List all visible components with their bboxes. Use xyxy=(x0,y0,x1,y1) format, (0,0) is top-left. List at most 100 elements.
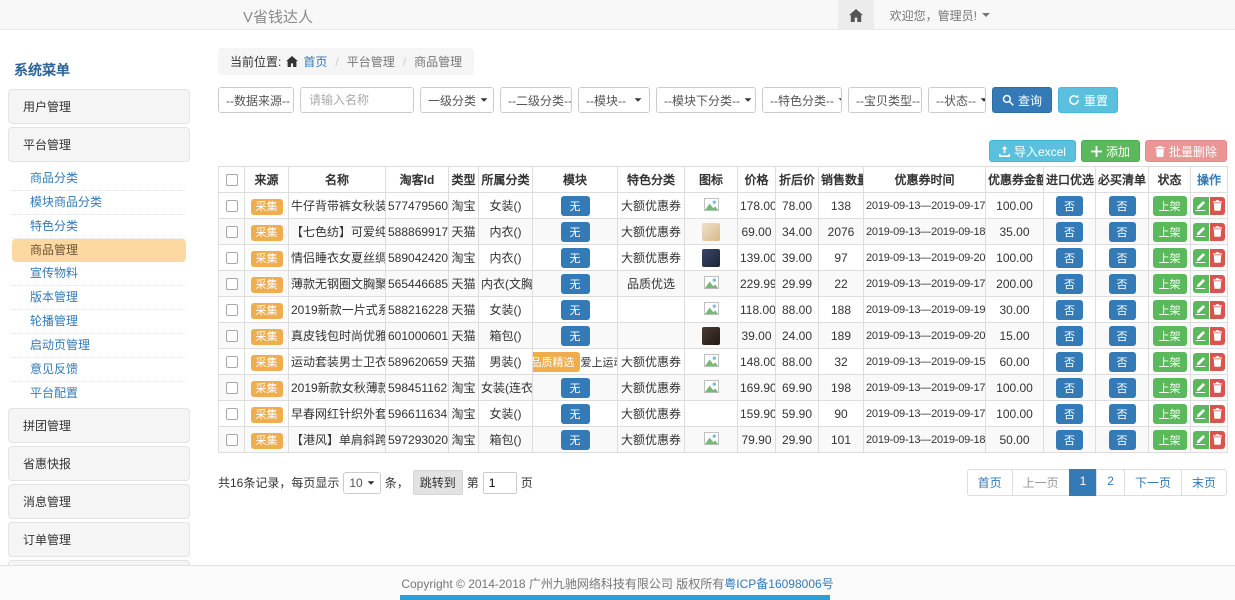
status-button[interactable]: 上架 xyxy=(1153,378,1187,398)
status-button[interactable]: 上架 xyxy=(1153,430,1187,450)
level1-category-select[interactable]: 一级分类 xyxy=(420,87,494,113)
import-select-toggle[interactable]: 否 xyxy=(1056,404,1083,424)
page-button-上一页[interactable]: 上一页 xyxy=(1012,469,1070,496)
sidebar-item-3[interactable]: 模块商品分类 xyxy=(12,191,186,215)
must-buy-toggle[interactable]: 否 xyxy=(1109,404,1136,424)
import-select-toggle[interactable]: 否 xyxy=(1056,222,1083,242)
row-checkbox[interactable] xyxy=(226,252,238,264)
sidebar-item-8[interactable]: 轮播管理 xyxy=(12,310,186,334)
import-select-toggle[interactable]: 否 xyxy=(1056,326,1083,346)
module-select[interactable]: --模块-- xyxy=(578,87,650,113)
status-button[interactable]: 上架 xyxy=(1153,222,1187,242)
user-menu[interactable]: 欢迎您，管理员! xyxy=(890,7,990,24)
sidebar-item-9[interactable]: 启动页管理 xyxy=(12,334,186,358)
sidebar-group-14[interactable]: 消息管理 xyxy=(8,484,190,519)
search-button[interactable]: 查询 xyxy=(992,87,1052,113)
edit-button[interactable] xyxy=(1193,249,1209,267)
status-button[interactable]: 上架 xyxy=(1153,196,1187,216)
sidebar-item-2[interactable]: 商品分类 xyxy=(12,167,186,191)
must-buy-toggle[interactable]: 否 xyxy=(1109,430,1136,450)
import-select-toggle[interactable]: 否 xyxy=(1056,274,1083,294)
row-checkbox[interactable] xyxy=(226,434,238,446)
must-buy-toggle[interactable]: 否 xyxy=(1109,300,1136,320)
row-checkbox[interactable] xyxy=(226,304,238,316)
jump-page-input[interactable] xyxy=(483,472,517,494)
row-checkbox[interactable] xyxy=(226,330,238,342)
import-select-toggle[interactable]: 否 xyxy=(1056,300,1083,320)
sidebar-group-15[interactable]: 订单管理 xyxy=(8,522,190,557)
row-checkbox[interactable] xyxy=(226,356,238,368)
delete-button[interactable] xyxy=(1210,223,1226,241)
edit-button[interactable] xyxy=(1193,379,1209,397)
edit-button[interactable] xyxy=(1193,431,1209,449)
delete-button[interactable] xyxy=(1210,301,1226,319)
home-button[interactable] xyxy=(838,0,874,30)
page-button-下一页[interactable]: 下一页 xyxy=(1124,469,1182,496)
sidebar-group-13[interactable]: 省惠快报 xyxy=(8,446,190,481)
delete-button[interactable] xyxy=(1210,327,1226,345)
status-button[interactable]: 上架 xyxy=(1153,404,1187,424)
delete-button[interactable] xyxy=(1210,197,1226,215)
row-checkbox[interactable] xyxy=(226,200,238,212)
row-checkbox[interactable] xyxy=(226,408,238,420)
import-select-toggle[interactable]: 否 xyxy=(1056,352,1083,372)
data-source-select[interactable]: --数据来源-- xyxy=(218,87,294,113)
batch-delete-button[interactable]: 批量删除 xyxy=(1145,140,1227,162)
import-select-toggle[interactable]: 否 xyxy=(1056,196,1083,216)
delete-button[interactable] xyxy=(1210,405,1226,423)
add-button[interactable]: 添加 xyxy=(1081,140,1140,162)
sidebar-group-1[interactable]: 平台管理 xyxy=(8,127,190,162)
page-size-select[interactable]: 10 xyxy=(343,472,380,494)
page-button-末页[interactable]: 末页 xyxy=(1181,469,1227,496)
sidebar-item-10[interactable]: 意见反馈 xyxy=(12,358,186,382)
must-buy-toggle[interactable]: 否 xyxy=(1109,352,1136,372)
jump-button[interactable]: 跳转到 xyxy=(413,470,463,495)
must-buy-toggle[interactable]: 否 xyxy=(1109,222,1136,242)
status-button[interactable]: 上架 xyxy=(1153,326,1187,346)
must-buy-toggle[interactable]: 否 xyxy=(1109,326,1136,346)
delete-button[interactable] xyxy=(1210,275,1226,293)
select-all-checkbox[interactable] xyxy=(226,174,238,186)
import-select-toggle[interactable]: 否 xyxy=(1056,430,1083,450)
sidebar-group-0[interactable]: 用户管理 xyxy=(8,89,190,124)
edit-button[interactable] xyxy=(1193,223,1209,241)
import-select-toggle[interactable]: 否 xyxy=(1056,248,1083,268)
edit-button[interactable] xyxy=(1193,405,1209,423)
must-buy-toggle[interactable]: 否 xyxy=(1109,378,1136,398)
icp-link[interactable]: 粤ICP备16098006号 xyxy=(724,575,833,592)
delete-button[interactable] xyxy=(1210,431,1226,449)
feature-category-select[interactable]: --特色分类-- xyxy=(762,87,842,113)
edit-button[interactable] xyxy=(1193,301,1209,319)
edit-button[interactable] xyxy=(1193,197,1209,215)
import-select-toggle[interactable]: 否 xyxy=(1056,378,1083,398)
row-checkbox[interactable] xyxy=(226,278,238,290)
must-buy-toggle[interactable]: 否 xyxy=(1109,196,1136,216)
status-select[interactable]: --状态-- xyxy=(928,87,986,113)
module-subcategory-select[interactable]: --模块下分类-- xyxy=(656,87,756,113)
edit-button[interactable] xyxy=(1193,353,1209,371)
breadcrumb-home-link[interactable]: 首页 xyxy=(303,53,327,70)
sidebar-group-12[interactable]: 拼团管理 xyxy=(8,408,190,443)
must-buy-toggle[interactable]: 否 xyxy=(1109,248,1136,268)
sidebar-item-4[interactable]: 特色分类 xyxy=(12,215,186,239)
status-button[interactable]: 上架 xyxy=(1153,352,1187,372)
name-input[interactable] xyxy=(300,87,414,113)
edit-button[interactable] xyxy=(1193,275,1209,293)
delete-button[interactable] xyxy=(1210,249,1226,267)
import-excel-button[interactable]: 导入excel xyxy=(989,140,1076,162)
level2-category-select[interactable]: --二级分类-- xyxy=(500,87,572,113)
sidebar-item-7[interactable]: 版本管理 xyxy=(12,286,186,310)
status-button[interactable]: 上架 xyxy=(1153,274,1187,294)
sidebar-item-6[interactable]: 宣传物料 xyxy=(12,262,186,286)
page-button-首页[interactable]: 首页 xyxy=(967,469,1013,496)
sidebar-item-11[interactable]: 平台配置 xyxy=(12,382,186,405)
item-type-select[interactable]: --宝贝类型-- xyxy=(848,87,922,113)
delete-button[interactable] xyxy=(1210,353,1226,371)
page-button-1[interactable]: 1 xyxy=(1069,469,1098,496)
row-checkbox[interactable] xyxy=(226,382,238,394)
sidebar-item-5[interactable]: 商品管理 xyxy=(12,239,186,262)
delete-button[interactable] xyxy=(1210,379,1226,397)
page-button-2[interactable]: 2 xyxy=(1096,469,1125,496)
status-button[interactable]: 上架 xyxy=(1153,300,1187,320)
must-buy-toggle[interactable]: 否 xyxy=(1109,274,1136,294)
